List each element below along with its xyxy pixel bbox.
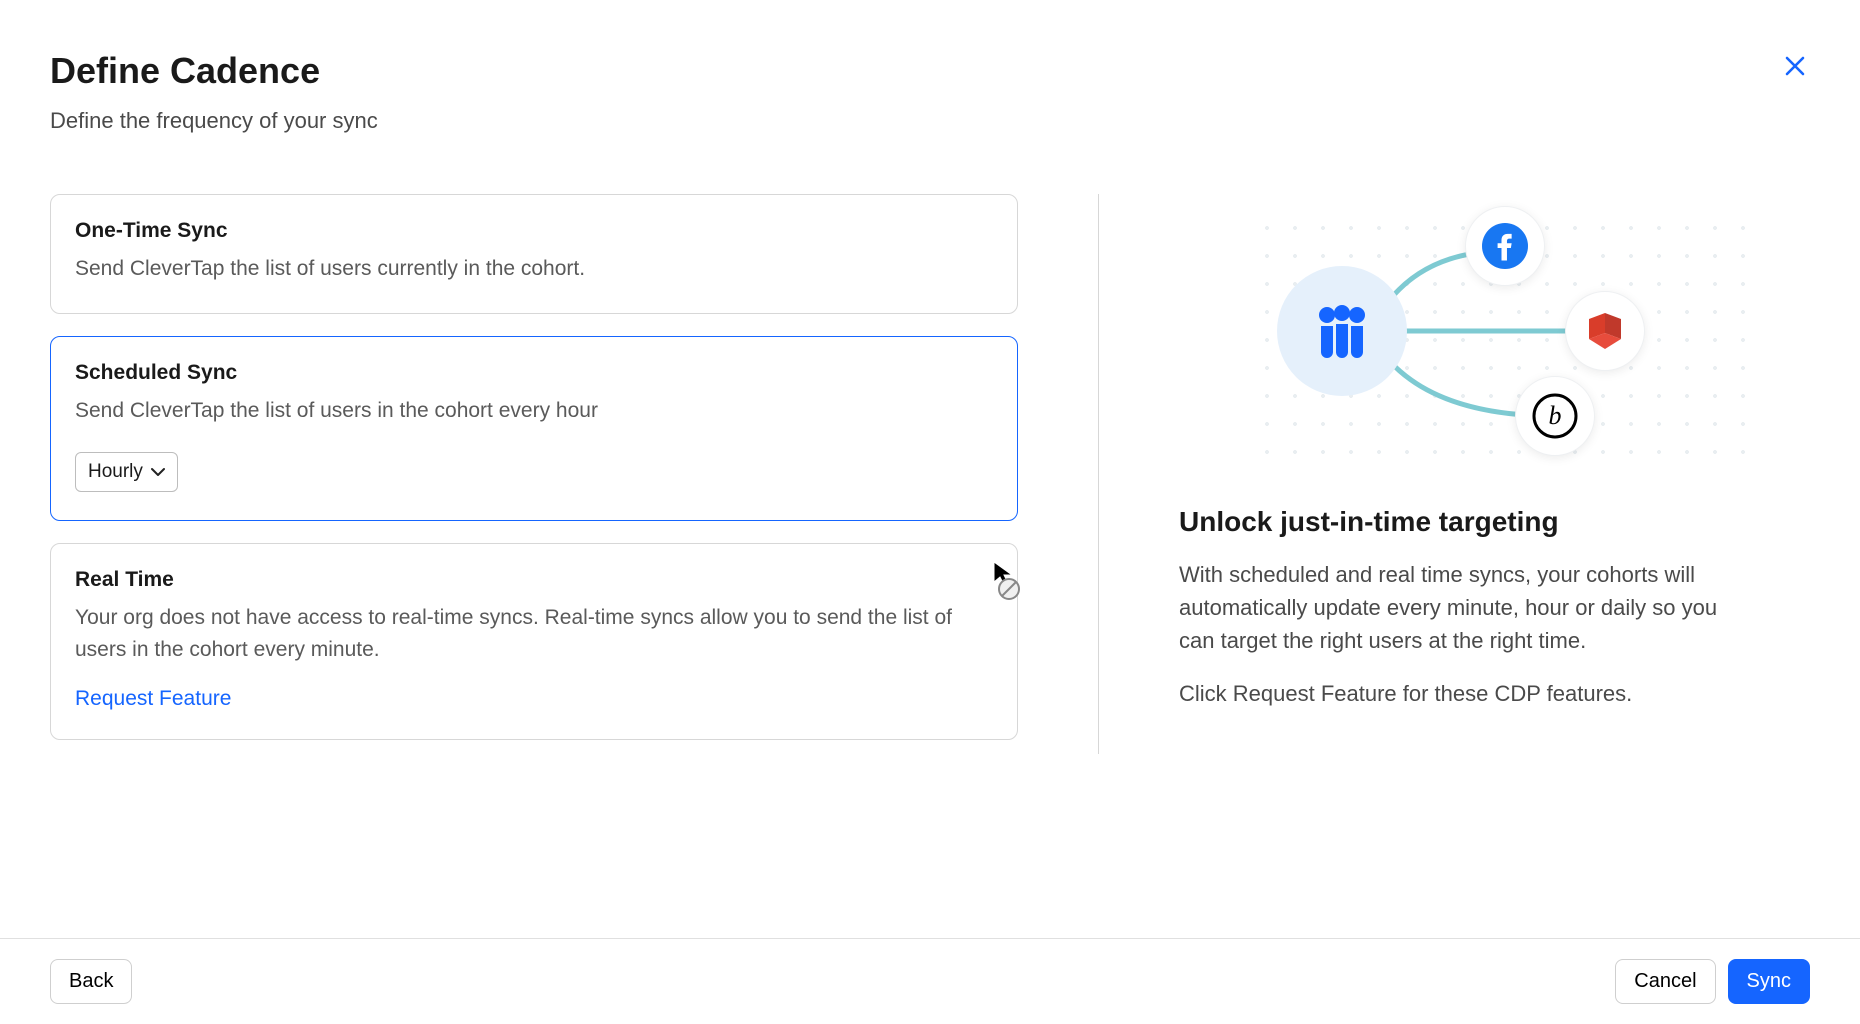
- option-title: One-Time Sync: [75, 219, 993, 243]
- close-icon: [1784, 52, 1806, 83]
- request-feature-link[interactable]: Request Feature: [75, 687, 231, 711]
- option-real-time[interactable]: Real Time Your org does not have access …: [50, 543, 1018, 740]
- page-subtitle: Define the frequency of your sync: [50, 108, 378, 134]
- option-title: Scheduled Sync: [75, 361, 993, 385]
- facebook-icon: [1465, 206, 1545, 286]
- cadence-options: One-Time Sync Send CleverTap the list of…: [50, 194, 1018, 1024]
- aws-icon: [1565, 291, 1645, 371]
- sync-button[interactable]: Sync: [1728, 959, 1810, 1004]
- people-icon: [1277, 266, 1407, 396]
- back-button[interactable]: Back: [50, 959, 132, 1004]
- option-desc: Your org does not have access to real-ti…: [75, 602, 993, 665]
- close-button[interactable]: [1780, 50, 1810, 86]
- chevron-down-icon: [151, 464, 165, 481]
- circle-b-logo-icon: b: [1515, 376, 1595, 456]
- info-title: Unlock just-in-time targeting: [1179, 506, 1810, 538]
- info-paragraph: With scheduled and real time syncs, your…: [1179, 558, 1739, 657]
- option-one-time-sync[interactable]: One-Time Sync Send CleverTap the list of…: [50, 194, 1018, 314]
- footer-bar: Back Cancel Sync: [0, 938, 1860, 1024]
- info-panel: b Unlock just-in-time targeting With sch…: [1098, 194, 1810, 754]
- option-desc: Send CleverTap the list of users in the …: [75, 395, 993, 427]
- targeting-diagram: b: [1245, 206, 1745, 456]
- option-desc: Send CleverTap the list of users current…: [75, 253, 993, 285]
- info-paragraph: Click Request Feature for these CDP feat…: [1179, 677, 1739, 710]
- page-title: Define Cadence: [50, 50, 378, 92]
- frequency-value: Hourly: [88, 461, 143, 483]
- cancel-button[interactable]: Cancel: [1615, 959, 1715, 1004]
- option-scheduled-sync[interactable]: Scheduled Sync Send CleverTap the list o…: [50, 336, 1018, 522]
- svg-text:b: b: [1548, 401, 1561, 430]
- option-title: Real Time: [75, 568, 993, 592]
- frequency-select[interactable]: Hourly: [75, 452, 178, 492]
